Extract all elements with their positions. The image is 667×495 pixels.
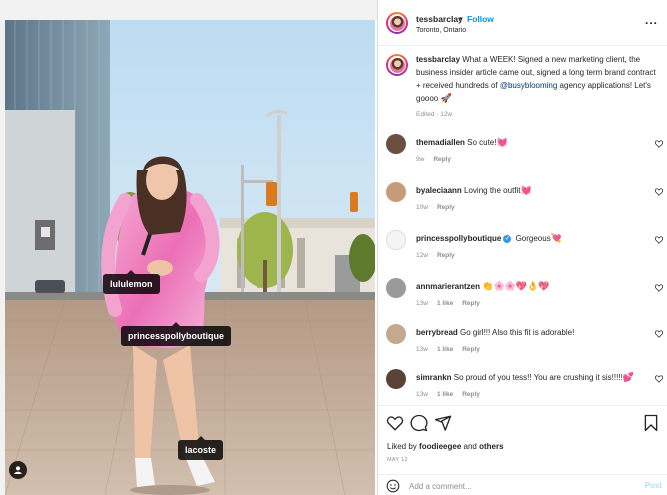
comment-text: byaleciaann Loving the outfit💓: [416, 186, 532, 196]
post-photo[interactable]: lululemon princesspollyboutique lacoste: [5, 20, 375, 495]
comment-emoji: 💓: [520, 186, 532, 196]
comment-likes[interactable]: 1 like: [437, 391, 453, 398]
caption-mention[interactable]: @busyblooming: [500, 81, 557, 90]
commenter-avatar[interactable]: [386, 230, 406, 250]
more-icon[interactable]: ...: [645, 13, 658, 27]
comment-username[interactable]: berrybread: [416, 328, 458, 337]
like-comment-heart-icon[interactable]: [655, 140, 663, 148]
comment-likes[interactable]: 1 like: [437, 346, 453, 353]
liked-by-others[interactable]: others: [479, 442, 503, 451]
comment-time: 10w: [416, 204, 428, 211]
commenter-avatar[interactable]: [386, 182, 406, 202]
post-date[interactable]: MAY 12: [387, 457, 408, 463]
rocket-emoji: 🚀: [440, 94, 452, 104]
caption-meta: Edited · 12w: [416, 111, 453, 118]
add-comment-bar: Post: [378, 474, 667, 495]
comment-body: Gorgeous: [513, 234, 551, 243]
commenter-avatar[interactable]: [386, 324, 406, 344]
comment-emoji: 👏🌸🌸💖👌💖: [482, 282, 550, 292]
comment-text: princesspollyboutique ✓ Gorgeous💘: [416, 234, 562, 244]
comment-text: berrybread Go girl!!! Also this fit is a…: [416, 328, 574, 337]
header-separator: •: [459, 13, 462, 23]
commenter-avatar[interactable]: [386, 278, 406, 298]
comment-body: Loving the outfit: [461, 186, 521, 195]
reply-button[interactable]: Reply: [437, 252, 455, 259]
comment-meta: 13w 1 like Reply: [416, 346, 489, 353]
comment-icon[interactable]: [410, 414, 428, 432]
comment-text: themadiallen So cute!💓: [416, 138, 508, 148]
commenter-avatar[interactable]: [386, 134, 406, 154]
like-comment-heart-icon[interactable]: [655, 236, 663, 244]
comment-time: 13w: [416, 346, 428, 353]
comment-input[interactable]: [409, 479, 629, 493]
post-header: tessbarclay • Follow Toronto, Ontario ..…: [378, 0, 667, 46]
comment-item: berrybread Go girl!!! Also this fit is a…: [378, 321, 667, 367]
share-icon[interactable]: [434, 414, 452, 432]
like-comment-heart-icon[interactable]: [655, 375, 663, 383]
reply-button[interactable]: Reply: [462, 391, 480, 398]
comment-emoji: 💓: [496, 138, 508, 148]
comment-time: 12w: [416, 252, 428, 259]
verified-icon: ✓: [503, 234, 512, 243]
heart-icon[interactable]: [386, 414, 404, 432]
post-details-panel: tessbarclay • Follow Toronto, Ontario ..…: [377, 0, 667, 495]
comment-username[interactable]: byaleciaann: [416, 186, 462, 195]
comment-username[interactable]: themadiallen: [416, 138, 465, 147]
comment-meta: 13w 1 like Reply: [416, 391, 489, 398]
photo-tag-lululemon[interactable]: lululemon: [103, 270, 160, 294]
comment-body: Go girl!!! Also this fit is adorable!: [457, 328, 575, 337]
user-tag-icon[interactable]: [9, 461, 27, 479]
like-comment-heart-icon[interactable]: [655, 330, 663, 338]
comment-item: princesspollyboutique ✓ Gorgeous💘 12w Repl…: [378, 227, 667, 273]
comment-emoji: 💘: [550, 234, 562, 244]
reply-button[interactable]: Reply: [462, 300, 480, 307]
comment-meta: 9w Reply: [416, 156, 460, 163]
caption-username[interactable]: tessbarclay: [416, 55, 460, 64]
photo-scene: [5, 20, 375, 495]
comment-item: byaleciaann Loving the outfit💓 10w Reply: [378, 179, 667, 225]
reply-button[interactable]: Reply: [462, 346, 480, 353]
smiley-icon[interactable]: [386, 479, 400, 493]
comment-username[interactable]: princesspollyboutique: [416, 234, 501, 243]
caption-avatar[interactable]: [386, 54, 408, 76]
caption-text: tessbarclay What a WEEK! Signed a new ma…: [416, 53, 660, 106]
comment-body: So cute!: [464, 138, 497, 147]
liked-by: Liked by foodieegee and others: [387, 442, 504, 451]
follow-button[interactable]: Follow: [467, 14, 494, 24]
comment-item: themadiallen So cute!💓 9w Reply: [378, 131, 667, 177]
post-button[interactable]: Post: [645, 481, 662, 490]
comment-meta: 12w Reply: [416, 252, 464, 259]
comment-text: simrankn So proud of you tess!! You are …: [416, 373, 634, 383]
photo-tag-lacoste[interactable]: lacoste: [178, 436, 224, 460]
comment-text: annmarierantzen 👏🌸🌸💖👌💖: [416, 282, 550, 292]
bookmark-icon[interactable]: [642, 414, 660, 432]
post-actions: Liked by foodieegee and others MAY 12 Po…: [378, 405, 667, 495]
liked-by-user[interactable]: foodieegee: [419, 442, 461, 451]
comment-time: 13w: [416, 391, 428, 398]
comment-likes[interactable]: 1 like: [437, 300, 453, 307]
comment-body: So proud of you tess!! You are crushing …: [451, 373, 623, 382]
comment-meta: 13w 1 like Reply: [416, 300, 489, 307]
comment-meta: 10w Reply: [416, 204, 464, 211]
comment-username[interactable]: annmarierantzen: [416, 282, 480, 291]
comment-time: 9w: [416, 156, 425, 163]
post-modal: lululemon princesspollyboutique lacoste …: [0, 0, 667, 495]
comment-item: annmarierantzen 👏🌸🌸💖👌💖 13w 1 like Reply: [378, 275, 667, 321]
comment-username[interactable]: simrankn: [416, 373, 452, 382]
reply-button[interactable]: Reply: [437, 204, 455, 211]
like-comment-heart-icon[interactable]: [655, 188, 663, 196]
commenter-avatar[interactable]: [386, 369, 406, 389]
comment-time: 13w: [416, 300, 428, 307]
author-username[interactable]: tessbarclay: [416, 14, 463, 24]
author-avatar[interactable]: [386, 12, 408, 34]
liked-by-prefix: Liked by: [387, 442, 420, 451]
post-location[interactable]: Toronto, Ontario: [416, 27, 466, 34]
like-comment-heart-icon[interactable]: [655, 284, 663, 292]
photo-tag-princesspollyboutique[interactable]: princesspollyboutique: [121, 322, 232, 346]
reply-button[interactable]: Reply: [433, 156, 451, 163]
liked-by-and: and: [461, 442, 480, 451]
comment-emoji: 💕: [622, 373, 635, 383]
